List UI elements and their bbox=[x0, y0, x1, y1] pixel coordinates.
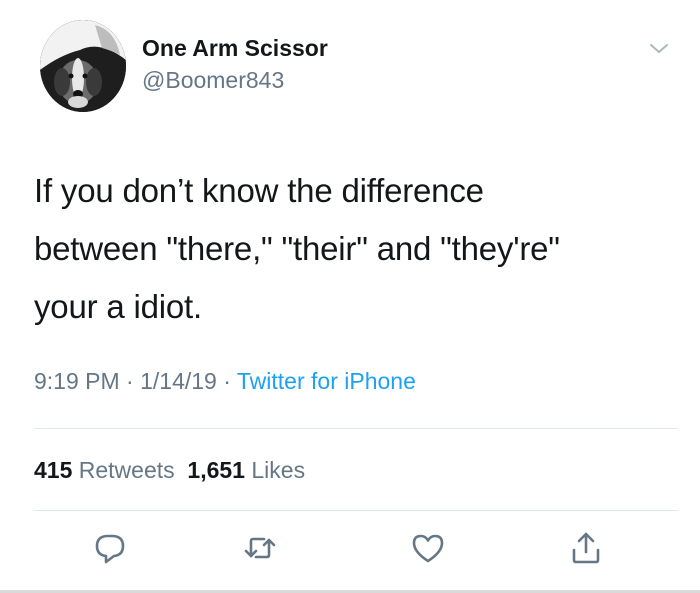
tweet-stats: 415 Retweets 1,651 Likes bbox=[34, 455, 305, 485]
tweet-time[interactable]: 9:19 PM bbox=[34, 368, 120, 394]
meta-separator: · bbox=[119, 368, 141, 394]
likes-label: Likes bbox=[251, 457, 306, 483]
retweets-stat[interactable]: 415 Retweets bbox=[34, 457, 175, 483]
action-bar bbox=[0, 530, 700, 570]
author-block[interactable]: One Arm Scissor @Boomer843 bbox=[142, 34, 328, 94]
chevron-down-icon[interactable] bbox=[648, 40, 670, 56]
meta-separator: · bbox=[216, 368, 237, 394]
retweets-count: 415 bbox=[34, 457, 73, 483]
tweet-source-link[interactable]: Twitter for iPhone bbox=[237, 368, 416, 394]
retweets-label: Retweets bbox=[78, 457, 175, 483]
user-handle[interactable]: @Boomer843 bbox=[142, 66, 328, 94]
tweet-date[interactable]: 1/14/19 bbox=[140, 368, 217, 394]
like-icon[interactable] bbox=[410, 530, 446, 566]
avatar[interactable] bbox=[40, 20, 126, 112]
tweet-card: One Arm Scissor @Boomer843 If you don’t … bbox=[0, 0, 700, 593]
divider bbox=[34, 510, 678, 511]
dog-photo-icon bbox=[40, 20, 126, 112]
display-name[interactable]: One Arm Scissor bbox=[142, 34, 328, 62]
tweet-meta: 9:19 PM · 1/14/19 · Twitter for iPhone bbox=[34, 366, 416, 396]
tweet-text-line: If you don’t know the difference bbox=[34, 172, 484, 209]
tweet-text: If you don’t know the difference between… bbox=[34, 162, 674, 336]
likes-stat[interactable]: 1,651 Likes bbox=[187, 457, 305, 483]
share-icon[interactable] bbox=[568, 530, 604, 566]
likes-count: 1,651 bbox=[187, 457, 245, 483]
tweet-text-line: between "there," "their" and "they're" bbox=[34, 230, 560, 267]
retweet-icon[interactable] bbox=[242, 530, 278, 566]
reply-icon[interactable] bbox=[92, 530, 128, 566]
tweet-text-line: your a idiot. bbox=[34, 288, 202, 325]
divider bbox=[34, 428, 678, 429]
